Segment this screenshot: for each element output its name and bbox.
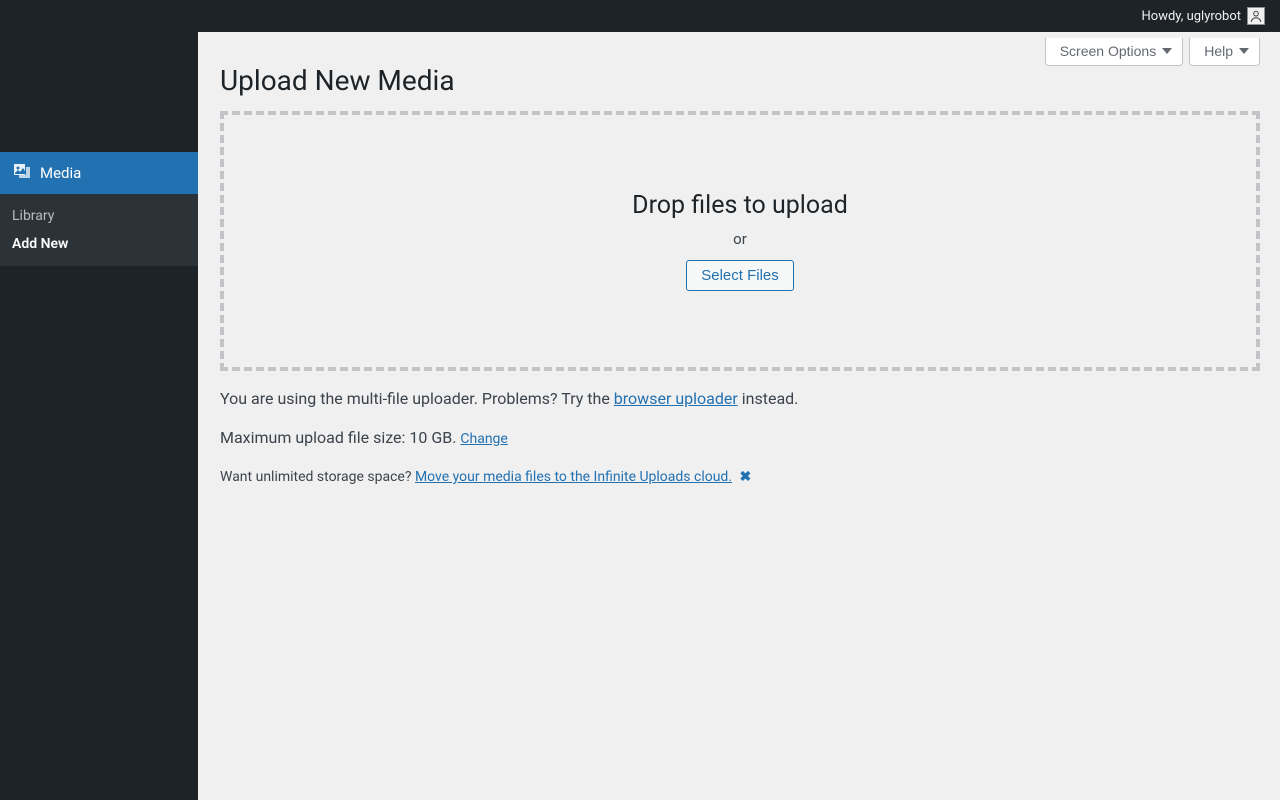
page-wrap: Upload New Media Drop files to upload or… [198, 32, 1280, 485]
max-upload-size: Maximum upload file size: 10 GB. Change [220, 428, 1260, 447]
submenu-media: Library Add New [0, 194, 198, 266]
max-size-value: 10 GB. [409, 428, 456, 447]
my-account-link[interactable]: Howdy, uglyrobot [1135, 7, 1272, 25]
dropzone-or: or [733, 230, 747, 248]
screen-meta-links: Screen Options Help [1045, 38, 1260, 66]
browser-uploader-link[interactable]: browser uploader [614, 389, 738, 408]
chevron-down-icon [1162, 48, 1172, 54]
sidebar-item-media[interactable]: Media [0, 152, 198, 194]
sidebar-subitem-library[interactable]: Library [0, 202, 198, 230]
avatar [1247, 7, 1265, 25]
main-content: Screen Options Help Upload New Media Dro… [198, 32, 1280, 800]
media-icon [12, 161, 32, 185]
chevron-down-icon [1239, 48, 1249, 54]
admin-menu: Media Library Add New [0, 32, 198, 800]
infinite-uploads-promo: Want unlimited storage space? Move your … [220, 469, 1260, 485]
help-label: Help [1204, 43, 1233, 59]
infinite-uploads-link[interactable]: Move your media files to the Infinite Up… [415, 469, 732, 485]
dropzone-title: Drop files to upload [632, 191, 848, 220]
howdy-text: Howdy, uglyrobot [1142, 9, 1241, 24]
screen-options-label: Screen Options [1060, 43, 1157, 59]
screen-options-button[interactable]: Screen Options [1045, 38, 1184, 66]
sidebar-item-label: Media [40, 164, 81, 182]
upload-dropzone[interactable]: Drop files to upload or Select Files [220, 111, 1260, 371]
dismiss-promo-button[interactable]: ✖ [740, 469, 752, 485]
select-files-button[interactable]: Select Files [686, 260, 794, 291]
help-button[interactable]: Help [1189, 38, 1260, 66]
change-max-size-link[interactable]: Change [460, 431, 507, 447]
sidebar-subitem-add-new[interactable]: Add New [0, 230, 198, 258]
uploader-info: You are using the multi-file uploader. P… [220, 389, 1260, 408]
admin-toolbar: Howdy, uglyrobot [0, 0, 1280, 32]
